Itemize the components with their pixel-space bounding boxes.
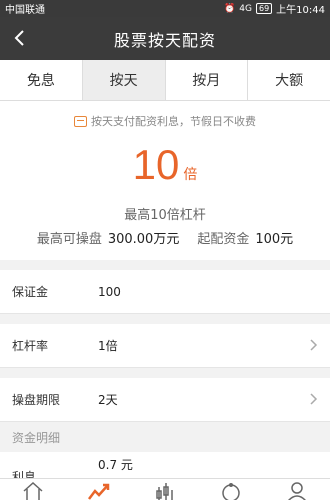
leverage-label: 杠杆率: [12, 339, 49, 353]
period-select[interactable]: 2天: [98, 391, 118, 408]
tab-interest-free[interactable]: 免息: [0, 60, 83, 100]
min-fund-label: 起配资金: [197, 232, 250, 247]
info-panel: 按天支付配资利息，节假日不收费 10 倍 最高10倍杠杆 最高可操盘 300.00…: [0, 101, 330, 260]
back-arrow-icon: [14, 30, 24, 46]
tab-monthly[interactable]: 按月: [166, 60, 249, 100]
notice-line: 按天支付配资利息，节假日不收费: [0, 113, 330, 129]
notice-text: 按天支付配资利息，节假日不收费: [91, 115, 256, 128]
bottom-nav: [0, 478, 330, 500]
interest-value: 0.7 元: [98, 458, 133, 472]
chevron-right-icon: [310, 393, 318, 405]
candlestick-icon: [156, 483, 173, 500]
clock: 上午10:44: [276, 5, 325, 16]
nav-market[interactable]: [150, 481, 180, 500]
leverage-select[interactable]: 1倍: [98, 337, 118, 354]
margin-row[interactable]: 保证金 100: [0, 270, 330, 314]
chevron-right-icon: [310, 339, 318, 351]
period-row[interactable]: 操盘期限 2天: [0, 378, 330, 422]
chart-trend-icon: [88, 483, 110, 500]
nav-discover[interactable]: [216, 481, 246, 500]
max-trade-value: 300.00万元: [107, 232, 180, 247]
back-button[interactable]: [8, 27, 30, 49]
discover-icon: [222, 483, 240, 500]
amounts-line: 最高可操盘 300.00万元 起配资金 100元: [0, 228, 330, 247]
tab-large-amount[interactable]: 大额: [248, 60, 330, 100]
min-fund-value: 100元: [255, 232, 294, 247]
margin-input[interactable]: 100: [98, 285, 121, 299]
nav-home[interactable]: [18, 481, 48, 500]
home-icon: [23, 481, 43, 500]
leverage-row[interactable]: 杠杆率 1倍: [0, 324, 330, 368]
leverage-multiplier: 10 倍: [0, 141, 330, 189]
multiplier-value: 10: [132, 141, 180, 188]
margin-label: 保证金: [12, 285, 49, 299]
nav-trade[interactable]: [84, 481, 114, 500]
battery-indicator: 69: [255, 3, 273, 14]
alarm-icon: ⏰: [224, 3, 236, 14]
status-bar: 中国联通 ⏰ 4G 69 上午10:44: [0, 0, 330, 17]
notice-icon: [74, 115, 87, 127]
carrier-name: 中国联通: [5, 5, 45, 16]
multiplier-unit: 倍: [183, 167, 198, 183]
period-label: 操盘期限: [12, 393, 61, 407]
page-title: 股票按天配资: [113, 30, 216, 50]
nav-profile[interactable]: [282, 481, 312, 500]
max-leverage-text: 最高10倍杠杆: [124, 208, 206, 223]
details-section-title: 资金明细: [12, 430, 61, 445]
signal-icon: 4G: [239, 3, 252, 14]
title-bar: 股票按天配资: [0, 17, 330, 60]
user-icon: [287, 482, 307, 500]
tab-bar: 免息 按天 按月 大额: [0, 60, 330, 101]
tab-daily[interactable]: 按天: [82, 60, 166, 100]
max-trade-label: 最高可操盘: [36, 232, 102, 247]
form-list: 保证金 100 杠杆率 1倍 操盘期限 2天: [0, 270, 330, 422]
